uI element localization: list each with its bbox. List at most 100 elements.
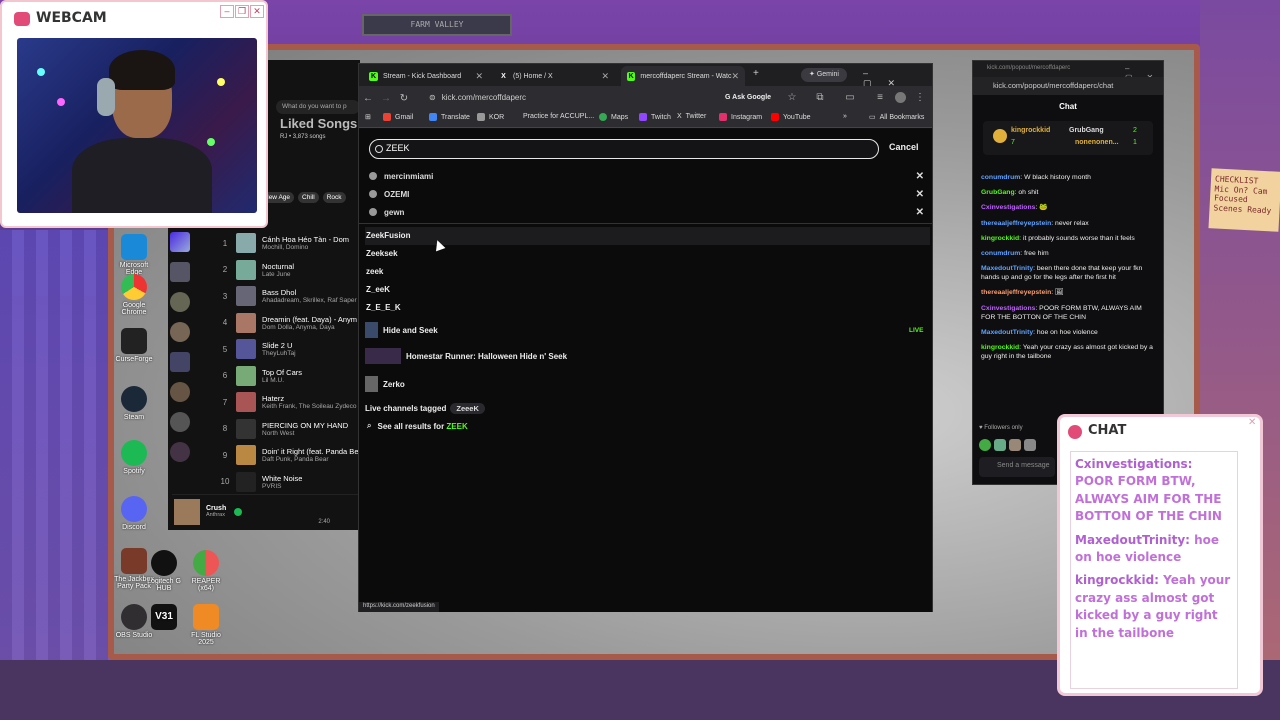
bookmark-kor[interactable]: KOR bbox=[477, 113, 504, 121]
spotify-search-input[interactable]: What do you want to p bbox=[276, 100, 360, 114]
twitch-icon bbox=[639, 113, 647, 121]
emote-icon[interactable] bbox=[1009, 439, 1021, 451]
bookmark-practice[interactable]: Practice for ACCUPL... bbox=[523, 113, 594, 120]
emote-icon[interactable] bbox=[979, 439, 991, 451]
history-item[interactable]: mercinmiami ✕ bbox=[369, 167, 924, 185]
apps-icon[interactable]: ⊞ bbox=[365, 113, 371, 121]
library-thumb[interactable] bbox=[170, 322, 190, 342]
cast-icon[interactable]: ▭ bbox=[841, 92, 859, 103]
bookmark-youtube[interactable]: YouTube bbox=[771, 113, 811, 121]
chrome-icon bbox=[121, 274, 147, 300]
new-tab-button[interactable]: + bbox=[753, 68, 759, 79]
close-icon[interactable]: ✕ bbox=[475, 71, 483, 82]
close-icon[interactable]: ✕ bbox=[916, 207, 924, 218]
reload-icon[interactable]: ↻ bbox=[395, 93, 413, 104]
track-row[interactable]: 5 Slide 2 U TheyLuhTaj bbox=[218, 336, 360, 363]
suggestion-item[interactable]: Zeeksek bbox=[365, 245, 930, 263]
bookmark-twitch[interactable]: Twitch bbox=[639, 113, 671, 121]
search-input[interactable]: ZEEK bbox=[369, 139, 879, 159]
tab-kick-dashboard[interactable]: K Stream - Kick Dashboard ✕ bbox=[363, 66, 489, 86]
filter-chip[interactable]: Rock bbox=[322, 192, 346, 203]
filter-chip[interactable]: Chill bbox=[298, 192, 319, 203]
history-item[interactable]: OZEMI ✕ bbox=[369, 185, 924, 203]
library-thumb[interactable] bbox=[170, 382, 190, 402]
close-icon: ✕ bbox=[250, 5, 264, 18]
close-icon[interactable]: ✕ bbox=[731, 71, 739, 82]
desktop-icon-chrome[interactable]: Google Chrome bbox=[114, 274, 154, 316]
category-item[interactable]: Hide and Seek bbox=[365, 319, 930, 341]
suggestion-item[interactable]: ZeekFusion bbox=[365, 227, 930, 245]
track-row[interactable]: 1 Cánh Hoa Héo Tàn - Dom Mochill, Domino bbox=[218, 230, 360, 257]
site-info-icon[interactable]: ⊜ bbox=[429, 93, 436, 102]
person-body bbox=[72, 138, 212, 213]
back-icon[interactable]: ← bbox=[359, 93, 377, 104]
track-row[interactable]: 2 Nocturnal Late June bbox=[218, 257, 360, 284]
forward-icon[interactable]: → bbox=[377, 93, 395, 104]
chevron-right-icon[interactable]: » bbox=[843, 113, 847, 120]
chat-message: kingrockkid: it probably sounds worse th… bbox=[981, 234, 1135, 242]
gemini-button[interactable]: ✦ Gemini bbox=[801, 68, 847, 82]
ask-google-button[interactable]: G Ask Google bbox=[721, 91, 775, 105]
suggestion-item[interactable]: zeek bbox=[365, 263, 930, 281]
star-icon[interactable]: ☆ bbox=[783, 92, 801, 103]
close-icon[interactable]: ✕ bbox=[601, 71, 609, 82]
desktop-icon-curseforge[interactable]: CurseForge bbox=[114, 328, 154, 363]
suggestion-item[interactable]: Z_eeK bbox=[365, 281, 930, 299]
history-icon bbox=[369, 172, 377, 180]
tag-chip[interactable]: ZeeeK bbox=[450, 402, 485, 414]
track-row[interactable]: 10 White Noise PVRIS bbox=[218, 469, 360, 496]
playback-time: 2:40 bbox=[318, 518, 330, 525]
close-icon[interactable]: ✕ bbox=[916, 189, 924, 200]
track-row[interactable]: 3 Bass Dhol Ahadadream, Skrillex, Raf Sape… bbox=[218, 283, 360, 310]
bookmark-instagram[interactable]: Instagram bbox=[719, 113, 762, 121]
library-thumb[interactable] bbox=[170, 292, 190, 312]
emote-icon[interactable] bbox=[1024, 439, 1036, 451]
desktop-icon-discord[interactable]: Discord bbox=[114, 496, 154, 531]
desktop-icon-steam[interactable]: Steam bbox=[114, 386, 154, 421]
menu-icon[interactable]: ⋮ bbox=[911, 92, 929, 103]
library-thumb[interactable] bbox=[170, 262, 190, 282]
library-thumb[interactable] bbox=[170, 412, 190, 432]
emote-icon[interactable] bbox=[994, 439, 1006, 451]
track-row[interactable]: 7 Haterz Keith Frank, The Soileau Zydeco bbox=[218, 389, 360, 416]
track-row[interactable]: 8 PIERCING ON MY HAND North West bbox=[218, 416, 360, 443]
profile-avatar[interactable] bbox=[895, 92, 906, 103]
liked-songs-thumb[interactable] bbox=[170, 232, 190, 252]
extensions-icon[interactable]: ⧉ bbox=[811, 92, 829, 103]
liked-check-icon[interactable] bbox=[234, 507, 243, 516]
track-row[interactable]: 6 Top Of Cars Lil M.U. bbox=[218, 363, 360, 390]
library-thumb[interactable] bbox=[170, 352, 190, 372]
suggestion-item[interactable]: Z_E_E_K bbox=[365, 299, 930, 317]
category-item[interactable]: Zerko bbox=[365, 373, 930, 395]
discord-icon bbox=[121, 496, 147, 522]
library-thumb[interactable] bbox=[170, 442, 190, 462]
desktop-icon-spotify[interactable]: Spotify bbox=[114, 440, 154, 475]
translate-icon bbox=[429, 113, 437, 121]
desktop-icon-flstudio[interactable]: FL Studio 2025 bbox=[186, 604, 226, 646]
desktop-icon-reaper[interactable]: REAPER (x64) bbox=[186, 550, 226, 592]
bookmark-translate[interactable]: Translate bbox=[429, 113, 470, 121]
close-icon[interactable]: ✕ bbox=[916, 171, 924, 182]
spotify-icon bbox=[121, 440, 147, 466]
bookmark-maps[interactable]: Maps bbox=[599, 113, 628, 121]
see-all-results[interactable]: ⌕ See all results for ZEEK bbox=[365, 415, 468, 437]
address-bar[interactable]: ⊜ kick.com/mercoffdaperc bbox=[425, 89, 715, 107]
track-row[interactable]: 9 Doin' it Right (feat. Panda Be Daft Punk… bbox=[218, 442, 360, 469]
history-item[interactable]: gewn ✕ bbox=[369, 203, 924, 221]
cancel-button[interactable]: Cancel bbox=[889, 142, 919, 152]
desktop-icon-edge[interactable]: Microsoft Edge bbox=[114, 234, 154, 276]
desktop-icon-v31[interactable]: V31 bbox=[144, 604, 184, 632]
x-logo-icon: X bbox=[501, 72, 506, 80]
track-row[interactable]: 4 Dreamin (feat. Daya) - Anym Dom Dolla, A… bbox=[218, 310, 360, 337]
desktop-icon-ghub[interactable]: Logitech G HUB bbox=[144, 550, 184, 592]
tab-x-home[interactable]: X (5) Home / X ✕ bbox=[493, 66, 615, 86]
tab-bar: K Stream - Kick Dashboard ✕ X (5) Home / X ✕… bbox=[359, 64, 932, 88]
bookmark-gmail[interactable]: Gmail bbox=[383, 113, 413, 121]
media-icon[interactable]: ≡ bbox=[871, 92, 889, 103]
category-item[interactable]: Homestar Runner: Halloween Hide n' Seek bbox=[365, 345, 930, 367]
tab-kick-stream[interactable]: Kmercoffdaperc Stream - Watc ✕ bbox=[621, 66, 745, 86]
all-bookmarks[interactable]: ▭ All Bookmarks bbox=[869, 113, 924, 122]
category-thumb bbox=[365, 376, 378, 392]
send-message-input[interactable]: Send a message bbox=[979, 457, 1055, 477]
bookmark-twitter[interactable]: X Twitter bbox=[677, 113, 706, 120]
